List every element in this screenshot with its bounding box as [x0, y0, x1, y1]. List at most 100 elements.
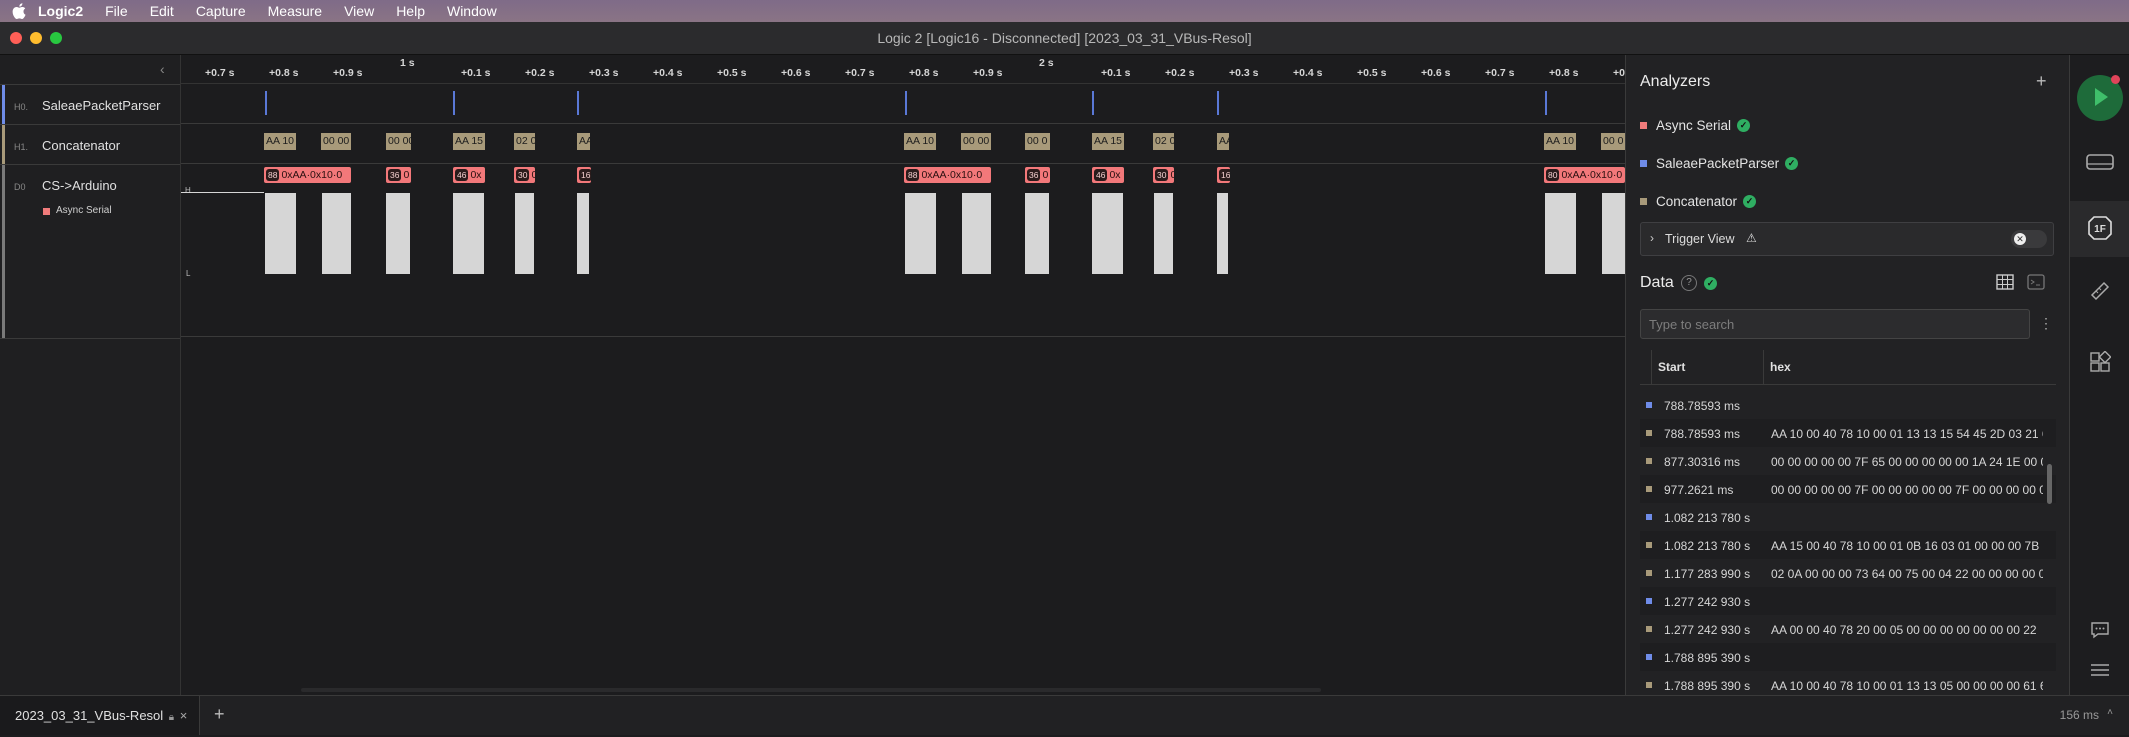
serial-frame[interactable]: 30 0 — [514, 167, 535, 183]
analyzer-item-concatenator[interactable]: Concatenator ✓ — [1640, 194, 1757, 209]
menu-view[interactable]: View — [344, 3, 374, 19]
analyzers-tab[interactable]: 1F — [2070, 201, 2129, 257]
device-icon[interactable] — [2085, 147, 2115, 177]
serial-frame[interactable]: 16 — [1217, 167, 1230, 183]
horizontal-scrollbar[interactable] — [301, 688, 1321, 692]
serial-frame[interactable]: 88 0xAA·0x10·0 — [264, 167, 351, 183]
concat-frame[interactable]: AA 10 — [264, 133, 296, 150]
session-tab[interactable]: 2023_03_31_VBus-Resol 🔒︎ × — [0, 696, 200, 735]
menu-capture[interactable]: Capture — [196, 3, 246, 19]
add-tab-button[interactable]: + — [214, 704, 225, 725]
concat-frame[interactable]: 02 0 — [514, 133, 535, 150]
table-row[interactable]: 1.788 895 390 s — [1640, 643, 2056, 671]
table-row[interactable]: 1.177 283 990 s 02 0A 00 00 00 73 64 00 7… — [1640, 559, 2056, 587]
vertical-scrollbar[interactable] — [2047, 464, 2052, 504]
concat-frame[interactable]: 00 0 — [1025, 133, 1050, 150]
chevron-right-icon[interactable]: › — [1650, 231, 1654, 245]
serial-frame[interactable]: 80 0xAA·0x10·0 — [1544, 167, 1625, 183]
row-color-dot — [1646, 682, 1652, 688]
concat-frame[interactable]: 00 00 — [386, 133, 411, 150]
table-row[interactable]: 1.082 213 780 s AA 15 00 40 78 10 00 01 0… — [1640, 531, 2056, 559]
help-icon[interactable]: ? — [1681, 275, 1697, 291]
table-row[interactable]: 1.082 213 780 s — [1640, 503, 2056, 531]
add-analyzer-button[interactable]: + — [2036, 71, 2047, 92]
apple-icon[interactable] — [12, 3, 26, 19]
serial-frame[interactable]: 16 — [577, 167, 591, 183]
data-table[interactable]: Start hex 788.78593 ms 788.78593 ms AA 10… — [1640, 350, 2056, 695]
table-row[interactable]: 1.788 895 390 s AA 10 00 40 78 10 00 01 1… — [1640, 671, 2056, 695]
table-row[interactable]: 788.78593 ms AA 10 00 40 78 10 00 01 13 1… — [1640, 419, 2056, 447]
menu-edit[interactable]: Edit — [150, 3, 174, 19]
more-options-icon[interactable]: ⋮ — [2039, 315, 2053, 332]
table-row[interactable]: 877.30316 ms 00 00 00 00 00 7F 65 00 00 0… — [1640, 447, 2056, 475]
concat-frame[interactable]: AA — [1217, 133, 1229, 150]
menu-file[interactable]: File — [105, 3, 128, 19]
table-row[interactable]: 977.2621 ms 00 00 00 00 00 7F 00 00 00 00… — [1640, 475, 2056, 503]
serial-frame[interactable]: 46 0x — [1092, 167, 1124, 183]
concat-frame[interactable]: AA 10 — [904, 133, 936, 150]
table-row[interactable]: 1.277 242 930 s AA 00 00 40 78 20 00 05 0… — [1640, 615, 2056, 643]
menu-help[interactable]: Help — [396, 3, 425, 19]
concat-frame[interactable]: AA 15 — [1092, 133, 1124, 150]
start-capture-button[interactable] — [2077, 75, 2123, 121]
table-row[interactable]: 1.277 242 930 s — [1640, 587, 2056, 615]
concat-frame[interactable]: 00 0 — [1601, 133, 1625, 150]
analyzer-item-async-serial[interactable]: Async Serial ✓ — [1640, 118, 1751, 133]
packet-marker[interactable] — [1545, 91, 1547, 115]
zoom-level[interactable]: 156 ms — [2060, 708, 2099, 722]
packet-marker[interactable] — [1217, 91, 1219, 115]
menu-icon[interactable] — [2085, 655, 2115, 685]
row-start: 1.082 213 780 s — [1664, 539, 1751, 553]
channel-row-h1[interactable]: H1. Concatenator — [0, 124, 180, 165]
data-search-input[interactable] — [1640, 309, 2030, 339]
trigger-toggle[interactable]: ✕ — [2011, 230, 2047, 248]
frame-count: 16 — [579, 169, 591, 181]
packet-marker[interactable] — [265, 91, 267, 115]
concat-frame[interactable]: 00 00 — [961, 133, 991, 150]
packet-marker[interactable] — [577, 91, 579, 115]
packet-marker[interactable] — [453, 91, 455, 115]
concat-frame[interactable]: AA 15 — [453, 133, 485, 150]
serial-frame[interactable]: 36 0 — [386, 167, 411, 183]
serial-frame[interactable]: 36 0 — [1025, 167, 1050, 183]
menu-window[interactable]: Window — [447, 3, 497, 19]
analyzer-icon: 1F — [2088, 216, 2112, 240]
channel-row-h0[interactable]: H0. SaleaePacketParser — [0, 84, 180, 125]
ruler-icon[interactable] — [2085, 276, 2115, 306]
time-tick: +0.7 s — [845, 67, 875, 79]
time-tick: +0.6 s — [1421, 67, 1451, 79]
analyzer-item-saleaepacketparser[interactable]: SaleaePacketParser ✓ — [1640, 156, 1799, 171]
table-row[interactable]: 788.78593 ms — [1640, 391, 2056, 419]
channel-row-d0[interactable]: D0 CS->Arduino Async Serial — [0, 164, 180, 339]
digital-pulse — [1025, 193, 1049, 274]
chevron-left-icon[interactable]: ‹ — [160, 61, 165, 77]
concat-frame[interactable]: AA 10 — [1544, 133, 1576, 150]
table-view-icon[interactable] — [1996, 274, 2014, 290]
serial-frame[interactable]: 46 0x — [453, 167, 485, 183]
analyzer-color-square — [1640, 198, 1647, 205]
serial-frame[interactable]: 88 0xAA·0x10·0 — [904, 167, 991, 183]
frame-count: 36 — [1027, 169, 1041, 181]
waveform-view[interactable]: 1 s 2 s +0.7 s +0.8 s +0.9 s +0.1 s +0.2… — [181, 55, 1643, 695]
table-header-hex[interactable]: hex — [1764, 350, 2056, 385]
concat-frame[interactable]: 02 0 — [1153, 133, 1174, 150]
extensions-icon[interactable] — [2085, 347, 2115, 377]
time-ruler[interactable]: 1 s 2 s +0.7 s +0.8 s +0.9 s +0.1 s +0.2… — [181, 55, 1643, 84]
chevron-up-icon[interactable]: ˄ — [2107, 707, 2113, 718]
concat-frame[interactable]: 00 00 — [321, 133, 351, 150]
serial-frame[interactable]: 30 0 — [1153, 167, 1174, 183]
packet-marker[interactable] — [1092, 91, 1094, 115]
lane-separator — [181, 123, 1625, 124]
terminal-icon[interactable] — [2027, 274, 2045, 290]
trigger-view-panel[interactable]: › Trigger View ⚠ ✕ — [1640, 222, 2054, 256]
close-tab-button[interactable]: × — [180, 708, 188, 723]
menu-measure[interactable]: Measure — [268, 3, 322, 19]
time-tick: +0.2 s — [525, 67, 555, 79]
menu-app[interactable]: Logic2 — [38, 3, 83, 19]
svg-text:1F: 1F — [2094, 224, 2106, 235]
feedback-icon[interactable] — [2085, 615, 2115, 645]
table-header-start[interactable]: Start — [1652, 350, 1764, 385]
packet-marker[interactable] — [905, 91, 907, 115]
concat-frame[interactable]: AA — [577, 133, 590, 150]
digital-pulse — [1092, 193, 1123, 274]
